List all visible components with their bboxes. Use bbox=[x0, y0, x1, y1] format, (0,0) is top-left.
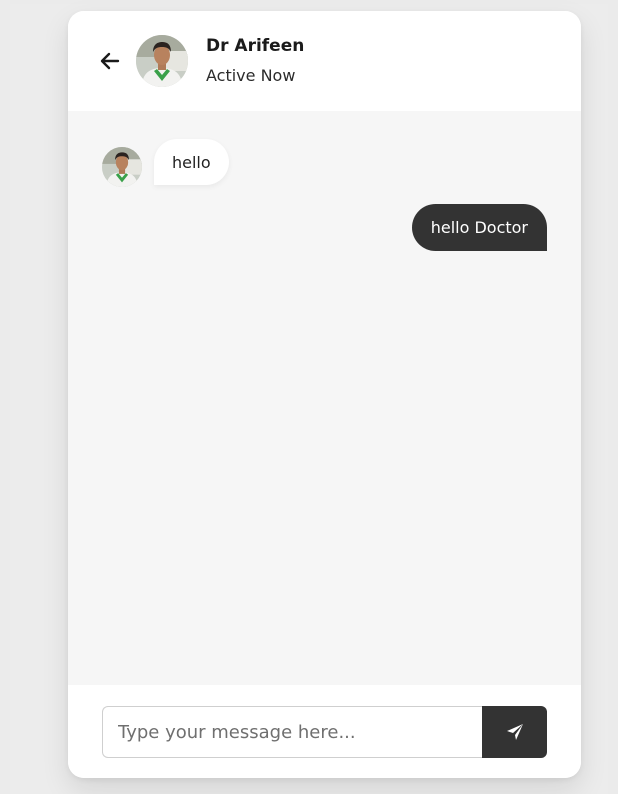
send-button[interactable] bbox=[482, 706, 547, 758]
doctor-avatar bbox=[136, 35, 188, 87]
doctor-avatar bbox=[102, 147, 142, 187]
arrow-left-icon bbox=[100, 52, 120, 70]
message-bubble-outgoing: hello Doctor bbox=[411, 204, 547, 251]
avatar[interactable] bbox=[136, 35, 188, 87]
contact-name: Dr Arifeen bbox=[206, 36, 305, 56]
paper-plane-icon bbox=[506, 724, 523, 740]
avatar bbox=[102, 147, 142, 187]
message-input[interactable] bbox=[102, 706, 482, 758]
contact-status: Active Now bbox=[206, 66, 296, 85]
chat-window: Dr Arifeen Active Now hello hello Doctor bbox=[68, 11, 581, 778]
message-composer bbox=[68, 685, 581, 778]
chat-header: Dr Arifeen Active Now bbox=[68, 11, 581, 111]
message-bubble-incoming: hello bbox=[154, 139, 229, 185]
message-list[interactable]: hello hello Doctor bbox=[68, 111, 581, 685]
back-button[interactable] bbox=[96, 47, 124, 75]
